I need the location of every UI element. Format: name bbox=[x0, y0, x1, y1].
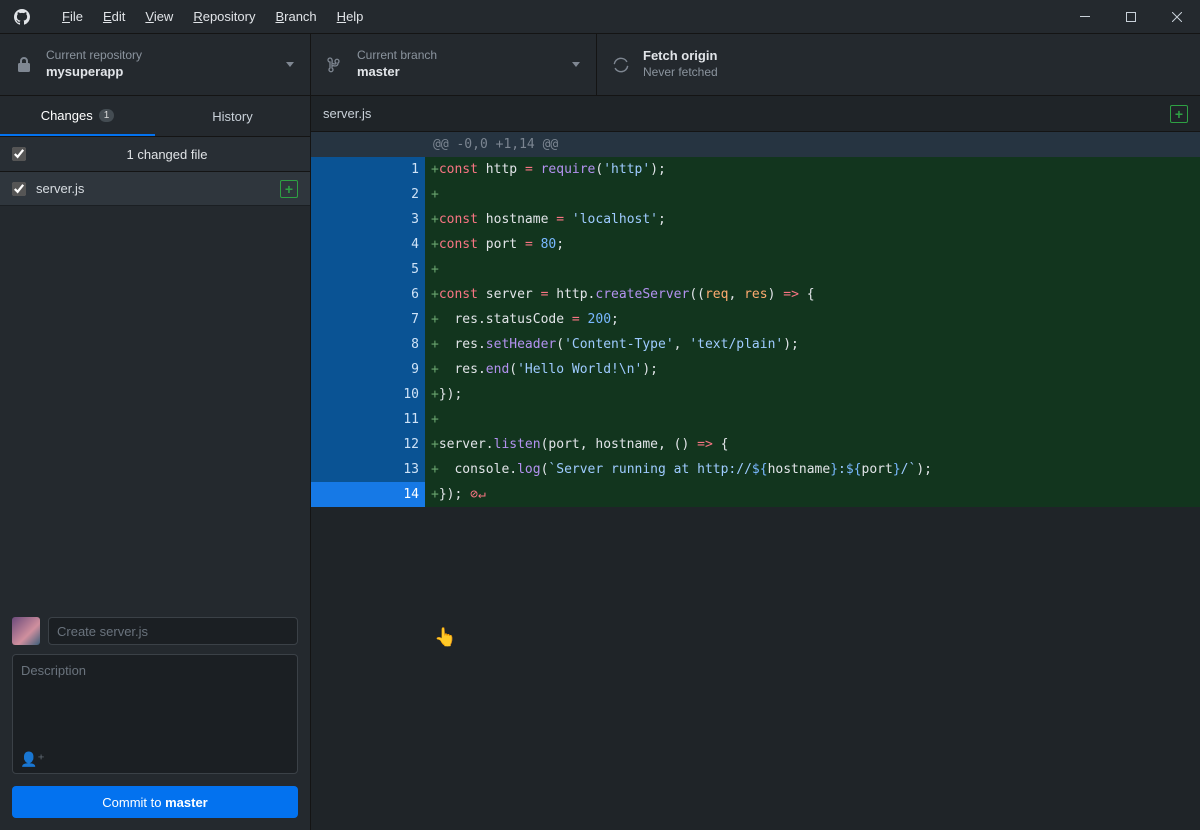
branch-value: master bbox=[357, 64, 437, 81]
tab-changes-label: Changes bbox=[41, 108, 93, 123]
commit-button[interactable]: Commit to master bbox=[12, 786, 298, 818]
menu-help[interactable]: Help bbox=[327, 0, 374, 34]
changed-files-summary: 1 changed file bbox=[0, 136, 310, 172]
diff-line[interactable]: 11+ bbox=[311, 407, 1200, 432]
sync-icon bbox=[613, 57, 629, 73]
window-controls bbox=[1062, 0, 1200, 34]
diff-line[interactable]: 10+}); bbox=[311, 382, 1200, 407]
minimize-button[interactable] bbox=[1062, 0, 1108, 34]
sidebar-tabs: Changes 1 History bbox=[0, 96, 310, 136]
repo-label: Current repository bbox=[46, 48, 142, 64]
git-branch-icon bbox=[327, 57, 343, 73]
close-button[interactable] bbox=[1154, 0, 1200, 34]
tab-history-label: History bbox=[212, 109, 252, 124]
chevron-down-icon bbox=[572, 62, 580, 67]
diff-line[interactable]: 3+const hostname = 'localhost'; bbox=[311, 207, 1200, 232]
diff-line[interactable]: 4+const port = 80; bbox=[311, 232, 1200, 257]
main-area: Changes 1 History 1 changed file server.… bbox=[0, 96, 1200, 830]
commit-description-input[interactable] bbox=[12, 654, 298, 774]
diff-line[interactable]: 2+ bbox=[311, 182, 1200, 207]
diff-filename: server.js bbox=[323, 106, 371, 121]
file-checkbox[interactable] bbox=[12, 182, 26, 196]
sidebar: Changes 1 History 1 changed file server.… bbox=[0, 96, 311, 830]
menu-edit[interactable]: Edit bbox=[93, 0, 135, 34]
file-row[interactable]: server.js + bbox=[0, 172, 310, 206]
diff-code[interactable]: @@ -0,0 +1,14 @@1+const http = require('… bbox=[311, 132, 1200, 507]
fetch-origin-button[interactable]: Fetch origin Never fetched bbox=[597, 34, 1200, 95]
menu-file[interactable]: File bbox=[52, 0, 93, 34]
tab-history[interactable]: History bbox=[155, 96, 310, 136]
avatar[interactable] bbox=[12, 617, 40, 645]
tab-changes[interactable]: Changes 1 bbox=[0, 96, 155, 136]
github-logo-icon bbox=[14, 9, 30, 25]
current-repository-selector[interactable]: Current repository mysuperapp bbox=[0, 34, 311, 95]
changes-count-badge: 1 bbox=[99, 109, 115, 122]
diff-header: server.js + bbox=[311, 96, 1200, 132]
diff-view: server.js + @@ -0,0 +1,14 @@1+const http… bbox=[311, 96, 1200, 830]
commit-button-branch: master bbox=[165, 795, 208, 810]
diff-line[interactable]: 9+ res.end('Hello World!\n'); bbox=[311, 357, 1200, 382]
diff-line[interactable]: 12+server.listen(port, hostname, () => { bbox=[311, 432, 1200, 457]
commit-summary-input[interactable] bbox=[48, 617, 298, 645]
select-all-checkbox[interactable] bbox=[12, 147, 26, 161]
title-bar: File Edit View Repository Branch Help bbox=[0, 0, 1200, 34]
chevron-down-icon bbox=[286, 62, 294, 67]
diff-line[interactable]: 14+}); ⊘↵ bbox=[311, 482, 1200, 507]
menu-branch[interactable]: Branch bbox=[265, 0, 326, 34]
commit-button-prefix: Commit to bbox=[102, 795, 165, 810]
diff-line[interactable]: 7+ res.statusCode = 200; bbox=[311, 307, 1200, 332]
fetch-sub: Never fetched bbox=[643, 65, 718, 81]
diff-line[interactable]: 5+ bbox=[311, 257, 1200, 282]
repo-value: mysuperapp bbox=[46, 64, 142, 81]
diff-line[interactable]: 6+const server = http.createServer((req,… bbox=[311, 282, 1200, 307]
fetch-label: Fetch origin bbox=[643, 48, 718, 65]
toolbar: Current repository mysuperapp Current br… bbox=[0, 34, 1200, 96]
diff-line[interactable]: 13+ console.log(`Server running at http:… bbox=[311, 457, 1200, 482]
maximize-button[interactable] bbox=[1108, 0, 1154, 34]
diff-line[interactable]: 8+ res.setHeader('Content-Type', 'text/p… bbox=[311, 332, 1200, 357]
changed-files-label: 1 changed file bbox=[36, 147, 298, 162]
lock-icon bbox=[16, 57, 32, 73]
added-file-icon: + bbox=[280, 180, 298, 198]
branch-label: Current branch bbox=[357, 48, 437, 64]
menu-view[interactable]: View bbox=[135, 0, 183, 34]
diff-line[interactable]: 1+const http = require('http'); bbox=[311, 157, 1200, 182]
commit-form: 👤⁺ Commit to master bbox=[0, 605, 310, 830]
current-branch-selector[interactable]: Current branch master bbox=[311, 34, 597, 95]
menu-repository[interactable]: Repository bbox=[183, 0, 265, 34]
file-name: server.js bbox=[36, 181, 280, 196]
added-file-icon: + bbox=[1170, 105, 1188, 123]
